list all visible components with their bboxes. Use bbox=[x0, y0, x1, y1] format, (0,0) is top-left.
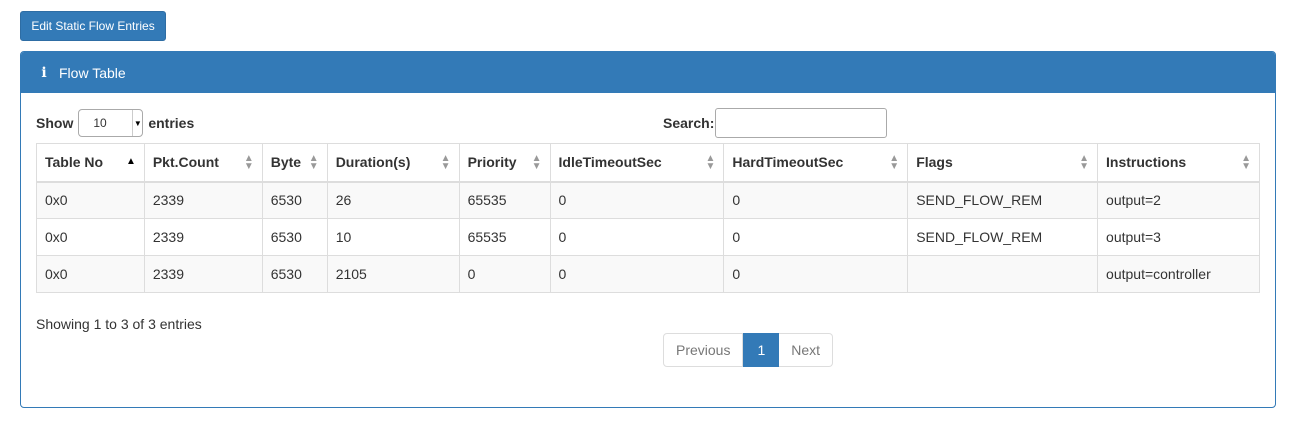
entries-per-page-value: 10 bbox=[93, 116, 107, 130]
table-cell: 26 bbox=[326, 181, 460, 219]
column-header-hard-timeout[interactable]: HardTimeoutSec ▲ ▼ bbox=[723, 143, 909, 183]
table-cell: 0 bbox=[723, 218, 909, 256]
table-cell: output=2 bbox=[1097, 181, 1260, 219]
table-cell: 0x0 bbox=[36, 255, 145, 293]
info-icon: i bbox=[41, 64, 47, 81]
table-cell: 65535 bbox=[458, 181, 551, 219]
table-cell: 0 bbox=[549, 181, 725, 219]
table-cell: 0x0 bbox=[36, 181, 145, 219]
search-label: Search: bbox=[663, 115, 715, 131]
table-cell: 0 bbox=[549, 218, 725, 256]
table-cell: 65535 bbox=[458, 218, 551, 256]
table-cell: 6530 bbox=[261, 255, 328, 293]
table-info: Showing 1 to 3 of 3 entries bbox=[36, 316, 202, 332]
sort-icon: ▲ ▼ bbox=[531, 153, 542, 172]
search-control: Search: bbox=[663, 108, 888, 138]
sort-icon: ▲ ▼ bbox=[1241, 153, 1251, 172]
table-cell: output=controller bbox=[1097, 255, 1260, 293]
entries-label: entries bbox=[148, 115, 195, 131]
search-input[interactable] bbox=[715, 108, 888, 138]
sort-icon: ▲ ▼ bbox=[889, 153, 900, 172]
column-header-priority[interactable]: Priority ▲ ▼ bbox=[458, 143, 551, 183]
chevron-down-icon: ▼ bbox=[132, 110, 142, 136]
table-header-row: Table No ▲ Pkt.Count ▲ ▼ Byte ▲ ▼ Duration(s)… bbox=[36, 143, 1260, 183]
table-cell: SEND_FLOW_REM bbox=[907, 218, 1099, 256]
edit-static-flow-entries-button[interactable]: Edit Static Flow Entries bbox=[20, 11, 166, 41]
table-cell: output=3 bbox=[1097, 218, 1260, 256]
sort-icon: ▲ ▼ bbox=[308, 153, 319, 172]
show-label: Show bbox=[36, 115, 74, 131]
column-header-flags[interactable]: Flags ▲ ▼ bbox=[907, 143, 1099, 183]
table-cell: SEND_FLOW_REM bbox=[907, 181, 1099, 219]
previous-page-button[interactable]: Previous bbox=[663, 333, 744, 367]
entries-per-page-select[interactable]: 10 ▼ bbox=[78, 109, 144, 137]
flow-table: Table No ▲ Pkt.Count ▲ ▼ Byte ▲ ▼ Duration(s)… bbox=[36, 143, 1260, 293]
table-cell: 2339 bbox=[143, 255, 263, 293]
table-cell: 2339 bbox=[143, 218, 263, 256]
sort-icon: ▲ ▼ bbox=[705, 153, 716, 172]
length-control: Show 10 ▼ entries bbox=[36, 109, 194, 137]
panel-heading: i Flow Table bbox=[21, 52, 1275, 93]
column-header-table-no[interactable]: Table No ▲ bbox=[36, 143, 145, 183]
column-header-pkt-count[interactable]: Pkt.Count ▲ ▼ bbox=[143, 143, 263, 183]
sort-icon: ▲ ▼ bbox=[243, 153, 254, 172]
panel-title: Flow Table bbox=[59, 64, 126, 81]
table-row: 0x0 2339 6530 2105 0 0 0 output=controll… bbox=[36, 255, 1260, 293]
table-cell: 10 bbox=[326, 218, 460, 256]
table-cell: 0 bbox=[458, 255, 551, 293]
table-cell: 2339 bbox=[143, 181, 263, 219]
pagination: Previous 1 Next bbox=[663, 333, 834, 367]
table-cell: 0 bbox=[723, 255, 909, 293]
next-page-button[interactable]: Next bbox=[779, 333, 834, 367]
table-row: 0x0 2339 6530 26 65535 0 0 SEND_FLOW_REM… bbox=[36, 181, 1260, 219]
sort-icon: ▲ ▼ bbox=[440, 153, 451, 172]
flow-table-panel: i Flow Table Show 10 ▼ entries Search: T… bbox=[20, 51, 1276, 408]
sort-icon: ▲ ▼ bbox=[1079, 153, 1090, 172]
column-header-byte[interactable]: Byte ▲ ▼ bbox=[261, 143, 328, 183]
table-cell: 0 bbox=[723, 181, 909, 219]
column-header-idle-timeout[interactable]: IdleTimeoutSec ▲ ▼ bbox=[549, 143, 725, 183]
page-1-button[interactable]: 1 bbox=[743, 333, 780, 367]
table-cell: 0 bbox=[549, 255, 725, 293]
table-row: 0x0 2339 6530 10 65535 0 0 SEND_FLOW_REM… bbox=[36, 218, 1260, 256]
table-cell bbox=[907, 255, 1099, 293]
table-cell: 0x0 bbox=[36, 218, 145, 256]
column-header-instructions[interactable]: Instructions ▲ ▼ bbox=[1097, 143, 1260, 183]
table-cell: 2105 bbox=[326, 255, 460, 293]
column-header-duration[interactable]: Duration(s) ▲ ▼ bbox=[326, 143, 460, 183]
sort-asc-icon: ▲ bbox=[125, 156, 136, 167]
table-cell: 6530 bbox=[261, 181, 328, 219]
table-cell: 6530 bbox=[261, 218, 328, 256]
